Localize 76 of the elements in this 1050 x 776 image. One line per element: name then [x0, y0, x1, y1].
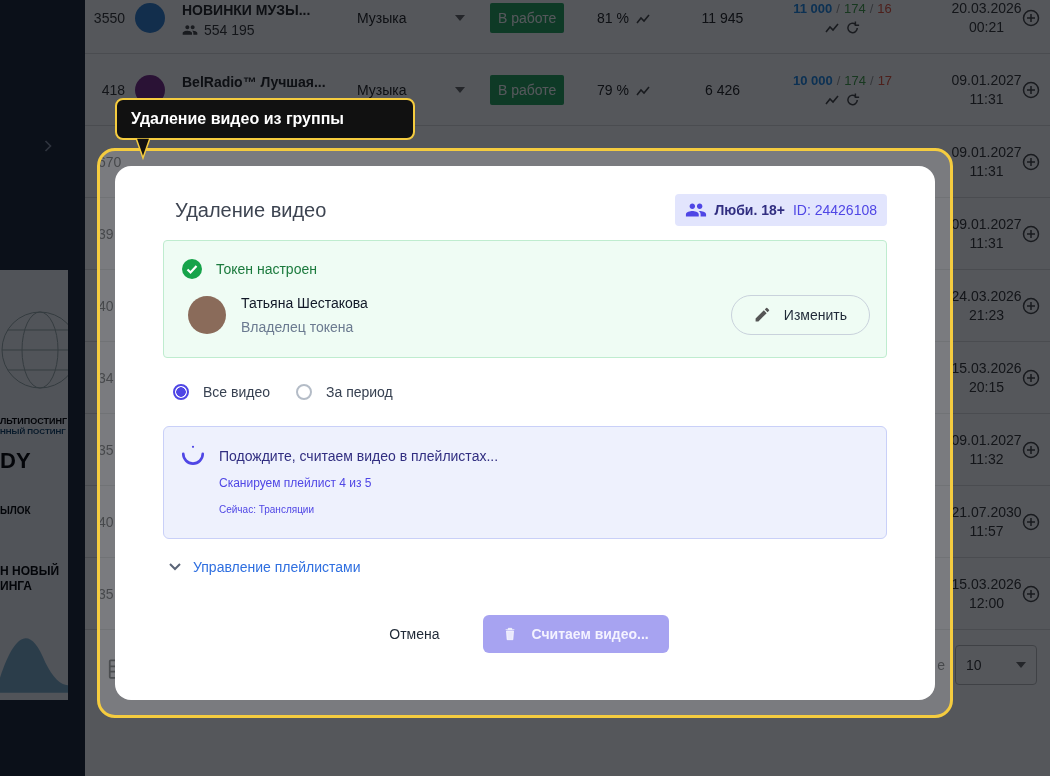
channel-avatar: [135, 2, 165, 33]
stats-value: 11 000 / 174 / 16: [793, 1, 892, 16]
percent-value: 79 %: [597, 81, 629, 98]
banner-text: DY: [0, 448, 31, 474]
caret-down-icon: [1016, 662, 1026, 668]
time-text: 11:31: [969, 233, 1004, 253]
time-text: 11:31: [969, 161, 1004, 181]
count-value: 6 426: [704, 81, 740, 98]
token-status: Токен настроен: [216, 261, 317, 277]
banner-text: ИНГА: [0, 579, 32, 593]
banner-image[interactable]: ЛЬТИПОСТИНГ ННЫЙ ПОСТИНГ DY ЫЛОК Н НОВЫЙ ИНГА: [0, 270, 68, 700]
group-id: ID: 24426108: [792, 202, 877, 218]
add-icon[interactable]: [1022, 152, 1040, 171]
channel-name[interactable]: BelRadio™ Лучшая...: [182, 74, 326, 90]
time-text: 00:21: [968, 17, 1004, 37]
pencil-icon: [753, 307, 770, 323]
date-text: 20.03.2026: [951, 0, 1022, 18]
date-text: 09.01.2027: [951, 142, 1022, 162]
refresh-icon[interactable]: [846, 92, 861, 106]
add-icon[interactable]: [1022, 224, 1040, 243]
banner-text: ЫЛОК: [0, 505, 31, 516]
radio-option[interactable]: За период: [296, 384, 393, 400]
add-icon[interactable]: [1022, 368, 1040, 387]
subscriber-count: 554 195: [204, 22, 255, 38]
playlists-toggle[interactable]: Управление плейлистами: [169, 559, 361, 575]
percent-value: 81 %: [597, 9, 629, 26]
add-icon[interactable]: [1022, 584, 1040, 603]
time-text: 20:15: [968, 377, 1004, 397]
dialog-title: Удаление видео: [175, 198, 327, 222]
caret-down-icon[interactable]: [455, 86, 465, 93]
row-number: 418: [100, 81, 126, 98]
user-avatar: [188, 296, 226, 334]
check-circle-icon: [182, 259, 202, 279]
stats-value: 10 000 / 174 / 17: [792, 73, 893, 88]
time-text: 11:32: [969, 449, 1004, 469]
progress-current: Сейчас: Трансляции: [219, 504, 316, 515]
tooltip-text: Удаление видео из группы: [131, 110, 344, 128]
channel-name[interactable]: НОВИНКИ МУЗЫ...: [182, 2, 311, 18]
count-value: 11 945: [701, 9, 744, 26]
chevron-right-icon[interactable]: [44, 140, 52, 152]
owner-name: Татьяна Шестакова: [241, 295, 369, 311]
banner-text: ННЫЙ ПОСТИНГ: [0, 427, 66, 436]
time-text: 21:23: [968, 305, 1004, 325]
category-label: Музыка: [357, 81, 407, 98]
owner-role: Владелец токена: [241, 319, 355, 335]
time-text: 11:57: [969, 521, 1004, 541]
progress-title: Подождите, считаем видео в плейлистах...: [219, 448, 499, 464]
people-icon: [182, 22, 198, 38]
status-badge: В работе: [490, 2, 565, 33]
date-text: 24.03.2026: [951, 286, 1022, 306]
spinner-icon: [180, 445, 206, 467]
date-text: 09.01.2027: [951, 70, 1022, 90]
category-label: Музыка: [357, 9, 407, 26]
add-icon[interactable]: [1022, 8, 1040, 27]
status-badge: В работе: [490, 74, 565, 105]
cancel-button[interactable]: Отмена: [381, 618, 448, 650]
date-text: 21.07.2030: [951, 502, 1022, 522]
add-icon[interactable]: [1022, 440, 1040, 459]
date-text: 09.01.2027: [951, 214, 1022, 234]
row-number: 3550: [92, 9, 126, 26]
time-text: 12:00: [968, 593, 1004, 613]
caret-down-icon[interactable]: [455, 14, 465, 21]
page-size-select[interactable]: 10: [955, 645, 1037, 685]
add-icon[interactable]: [1022, 512, 1040, 531]
date-text: 15.03.2026: [951, 358, 1022, 378]
group-name: Люби. 18+: [714, 202, 785, 218]
add-icon[interactable]: [1022, 80, 1040, 99]
time-text: 11:31: [969, 89, 1004, 109]
radio-option[interactable]: Все видео: [173, 384, 270, 400]
date-text: 15.03.2026: [951, 574, 1022, 594]
date-text: 09.01.2027: [951, 430, 1022, 450]
progress-step: Сканируем плейлист 4 из 5: [219, 476, 499, 490]
banner-text: ЛЬТИПОСТИНГ: [0, 416, 68, 426]
refresh-icon[interactable]: [846, 20, 861, 34]
banner-text: Н НОВЫЙ: [0, 564, 60, 578]
add-icon[interactable]: [1022, 296, 1040, 315]
